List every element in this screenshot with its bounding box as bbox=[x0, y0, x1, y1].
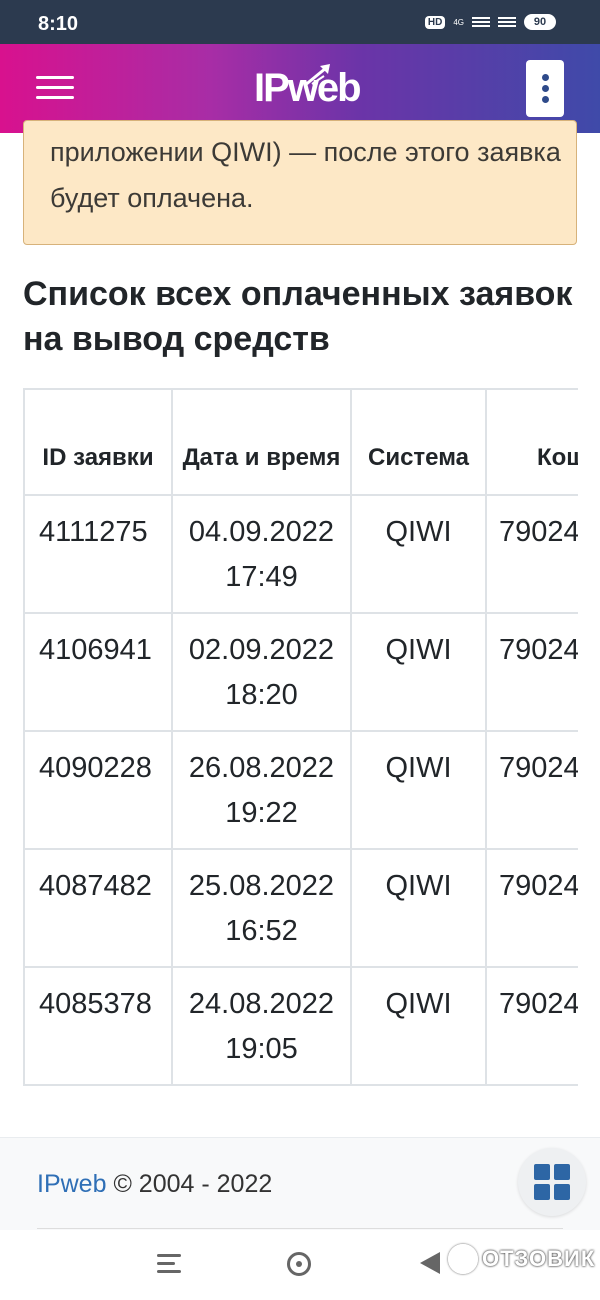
table-header-row: ID заявки Дата и время Система Кошелек bbox=[23, 388, 578, 496]
battery-icon: 90 bbox=[524, 14, 556, 30]
apps-grid-icon[interactable] bbox=[518, 1148, 586, 1216]
system-nav-bar: ОТЗОВИК bbox=[0, 1230, 600, 1300]
status-time: 8:10 bbox=[38, 13, 79, 35]
page-title: Список всех оплаченных заявок на вывод с… bbox=[23, 275, 573, 358]
cell-datetime: 26.08.2022 19:22 bbox=[171, 730, 352, 850]
cell-time: 16:52 bbox=[225, 915, 298, 947]
cell-date: 26.08.2022 bbox=[188, 752, 335, 784]
cell-system: QIWI bbox=[350, 730, 487, 850]
alert-text: приложении QIWI) — после этого заявка бу… bbox=[50, 137, 561, 213]
cell-wallet: 79024 bbox=[485, 730, 578, 850]
cell-date: 24.08.2022 bbox=[188, 988, 335, 1020]
watermark: ОТЗОВИК bbox=[448, 1244, 595, 1274]
cell-id: 4085378 bbox=[23, 966, 173, 1086]
signal-icon bbox=[472, 17, 490, 27]
header-id: ID заявки bbox=[23, 388, 173, 496]
cell-wallet: 79024 bbox=[485, 612, 578, 732]
watermark-logo-icon bbox=[448, 1244, 478, 1274]
back-icon[interactable] bbox=[420, 1252, 440, 1274]
network-label: 4G bbox=[453, 17, 464, 27]
cell-id: 4087482 bbox=[23, 848, 173, 968]
payouts-table-wrapper[interactable]: ID заявки Дата и время Система Кошелек 4… bbox=[23, 388, 578, 1086]
table-row: 4087482 25.08.2022 16:52 QIWI 79024 bbox=[23, 848, 578, 968]
payouts-table: ID заявки Дата и время Система Кошелек 4… bbox=[23, 388, 578, 1086]
cell-date: 04.09.2022 bbox=[188, 516, 335, 548]
cell-datetime: 25.08.2022 16:52 bbox=[171, 848, 352, 968]
info-alert: приложении QIWI) — после этого заявка бу… bbox=[23, 120, 577, 245]
cell-id: 4090228 bbox=[23, 730, 173, 850]
footer-ipweb-link[interactable]: IPweb bbox=[37, 1170, 106, 1198]
cell-system: QIWI bbox=[350, 612, 487, 732]
site-logo[interactable]: IPweb bbox=[254, 58, 362, 118]
cell-wallet: 79024 bbox=[485, 494, 578, 614]
cell-date: 25.08.2022 bbox=[188, 870, 335, 902]
menu-icon[interactable] bbox=[36, 76, 74, 100]
status-bar: 8:10 HD 4G 90 bbox=[0, 0, 600, 44]
hd-icon: HD bbox=[424, 15, 446, 29]
watermark-text: ОТЗОВИК bbox=[482, 1246, 596, 1271]
cell-system: QIWI bbox=[350, 494, 487, 614]
cell-datetime: 04.09.2022 17:49 bbox=[171, 494, 352, 614]
logo-arrow-icon bbox=[303, 64, 330, 88]
footer-copyright: IPweb © 2004 - 2022 bbox=[37, 1170, 272, 1199]
table-row: 4085378 24.08.2022 19:05 QIWI 79024 bbox=[23, 966, 578, 1086]
status-icons: HD 4G 90 bbox=[424, 14, 556, 30]
header-wallet: Кошелек bbox=[485, 388, 578, 496]
cell-date: 02.09.2022 bbox=[188, 634, 335, 666]
footer: IPweb © 2004 - 2022 bbox=[0, 1137, 600, 1230]
table-row: 4106941 02.09.2022 18:20 QIWI 79024 bbox=[23, 612, 578, 732]
cell-id: 4106941 bbox=[23, 612, 173, 732]
header-system: Система bbox=[350, 388, 487, 496]
cell-time: 17:49 bbox=[225, 561, 298, 593]
table-row: 4090228 26.08.2022 19:22 QIWI 79024 bbox=[23, 730, 578, 850]
cell-time: 18:20 bbox=[225, 679, 298, 711]
cell-time: 19:05 bbox=[225, 1033, 298, 1065]
home-icon[interactable] bbox=[287, 1252, 311, 1276]
cell-wallet: 79024 bbox=[485, 848, 578, 968]
cell-datetime: 02.09.2022 18:20 bbox=[171, 612, 352, 732]
table-row: 4111275 04.09.2022 17:49 QIWI 79024 bbox=[23, 494, 578, 614]
cell-system: QIWI bbox=[350, 848, 487, 968]
footer-copyright-text: © 2004 - 2022 bbox=[113, 1170, 273, 1198]
cell-time: 19:22 bbox=[225, 797, 298, 829]
cell-system: QIWI bbox=[350, 966, 487, 1086]
cell-id: 4111275 bbox=[23, 494, 173, 614]
footer-divider bbox=[37, 1228, 563, 1229]
cell-wallet: 79024 bbox=[485, 966, 578, 1086]
signal-icon-2 bbox=[498, 17, 516, 27]
recent-apps-icon[interactable] bbox=[157, 1254, 181, 1274]
header-date: Дата и время bbox=[171, 388, 352, 496]
cell-datetime: 24.08.2022 19:05 bbox=[171, 966, 352, 1086]
more-options-button[interactable] bbox=[526, 60, 564, 117]
